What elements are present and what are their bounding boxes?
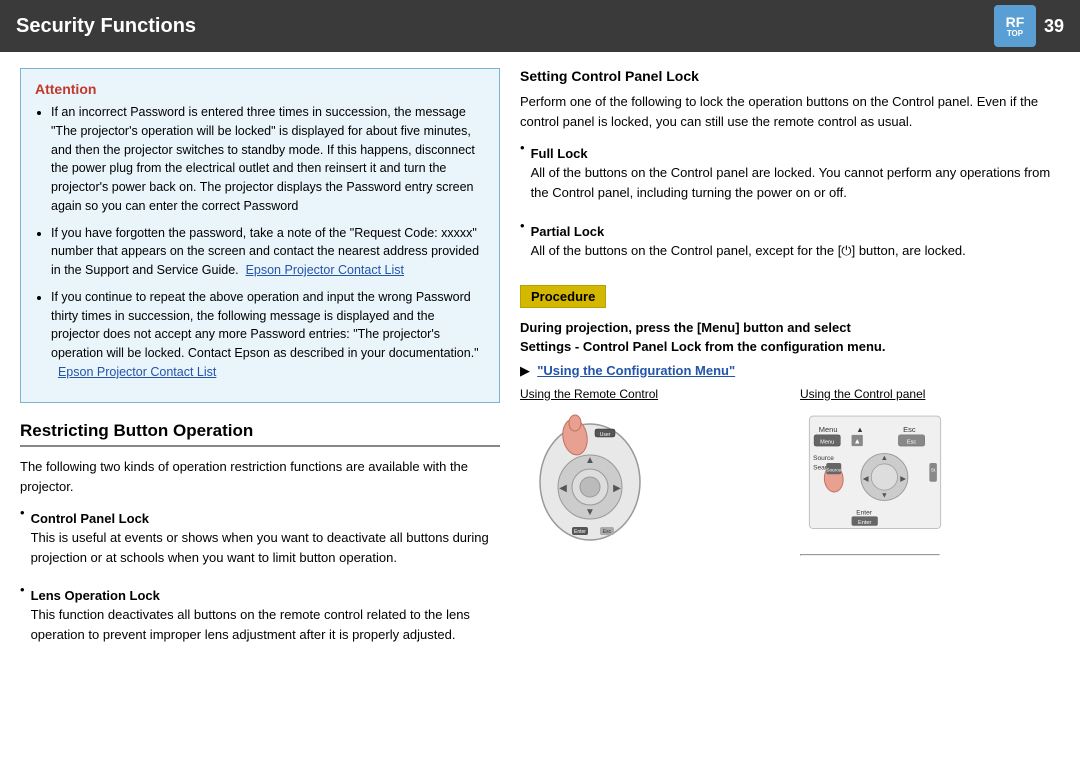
svg-text:Source: Source [813,455,834,462]
attention-item-3: If you continue to repeat the above oper… [51,288,485,382]
full-lock-heading: Full Lock [531,146,1060,161]
restricting-heading: Restricting Button Operation [20,421,500,447]
contact-link-1[interactable]: Epson Projector Contact List [246,263,404,277]
bullet-dot: • [520,140,525,155]
svg-text:Enter: Enter [858,520,872,526]
lens-lock-desc: This function deactivates all buttons on… [31,605,500,645]
svg-text:▲: ▲ [881,453,888,462]
procedure-label: Procedure [520,285,606,308]
header-right: RF TOP 39 [994,5,1064,47]
bullet-dot: • [20,505,25,520]
svg-text:▲: ▲ [856,425,863,434]
diagrams-row: Using the Remote Control Menu User ▲ ▼ [520,387,1060,556]
restricting-section: Restricting Button Operation The followi… [20,421,500,654]
control-panel-lock-heading: Control Panel Lock [31,511,500,526]
attention-item-2: If you have forgotten the password, take… [51,224,485,280]
attention-item-1: If an incorrect Password is entered thre… [51,103,485,216]
attention-list: If an incorrect Password is entered thre… [35,103,485,382]
svg-text:Source: Source [826,467,841,472]
list-item: • Lens Operation Lock This function deac… [20,582,500,653]
control-panel-diagram: Using the Control panel Menu ▲ Esc Menu … [800,387,1060,556]
svg-text:User: User [600,432,611,438]
svg-text:◀: ◀ [559,483,567,494]
bullet-dot: • [20,582,25,597]
svg-text:Menu: Menu [820,439,834,445]
left-column: Attention If an incorrect Password is en… [20,68,500,659]
lens-lock-heading: Lens Operation Lock [31,588,500,603]
diagram-divider [800,554,940,556]
main-content: Attention If an incorrect Password is en… [0,52,1080,675]
svg-text:Menu: Menu [819,425,838,434]
panel-label: Using the Control panel [800,387,1060,401]
partial-lock-heading: Partial Lock [531,224,966,239]
config-link[interactable]: "Using the Configuration Menu" [537,363,735,378]
partial-lock-desc: All of the buttons on the Control panel,… [531,241,966,261]
contact-link-2[interactable]: Epson Projector Contact List [58,365,216,379]
setting-body: Perform one of the following to lock the… [520,92,1060,132]
procedure-instruction: During projection, press the [Menu] butt… [520,318,1060,357]
svg-text:St: St [931,467,936,472]
restricting-body: The following two kinds of operation res… [20,457,500,497]
remote-control-image: Menu User ▲ ▼ ◀ ▶ Enter Esc [520,407,660,547]
svg-text:▼: ▼ [881,490,888,499]
full-lock-item: • Full Lock All of the buttons on the Co… [520,140,1060,211]
remote-diagram: Using the Remote Control Menu User ▲ ▼ [520,387,780,550]
config-link-row: ▶ "Using the Configuration Menu" [520,363,1060,379]
page-title: Security Functions [16,15,196,38]
setting-heading: Setting Control Panel Lock [520,68,1060,84]
svg-text:Enter: Enter [856,509,872,516]
remote-label: Using the Remote Control [520,387,780,401]
bullet-dot: • [520,218,525,233]
svg-text:Esc: Esc [603,529,612,535]
full-lock-desc: All of the buttons on the Control panel … [531,163,1060,203]
svg-text:▶: ▶ [613,483,621,494]
page-header: Security Functions RF TOP 39 [0,0,1080,52]
attention-title: Attention [35,81,485,97]
svg-text:▲: ▲ [585,455,595,466]
svg-text:Enter: Enter [574,529,586,535]
list-item: • Control Panel Lock This is useful at e… [20,505,500,576]
svg-text:Esc: Esc [907,439,917,445]
svg-text:▲: ▲ [853,436,860,445]
svg-text:▼: ▼ [585,507,595,518]
attention-box: Attention If an incorrect Password is en… [20,68,500,403]
control-panel-image: Menu ▲ Esc Menu ▲ Esc Source Search [800,407,950,547]
page-number: 39 [1044,16,1064,37]
partial-lock-item: • Partial Lock All of the buttons on the… [520,218,1060,269]
svg-text:Esc: Esc [903,425,916,434]
control-panel-lock-desc: This is useful at events or shows when y… [31,528,500,568]
right-column: Setting Control Panel Lock Perform one o… [520,68,1060,659]
top-icon: RF TOP [994,5,1036,47]
